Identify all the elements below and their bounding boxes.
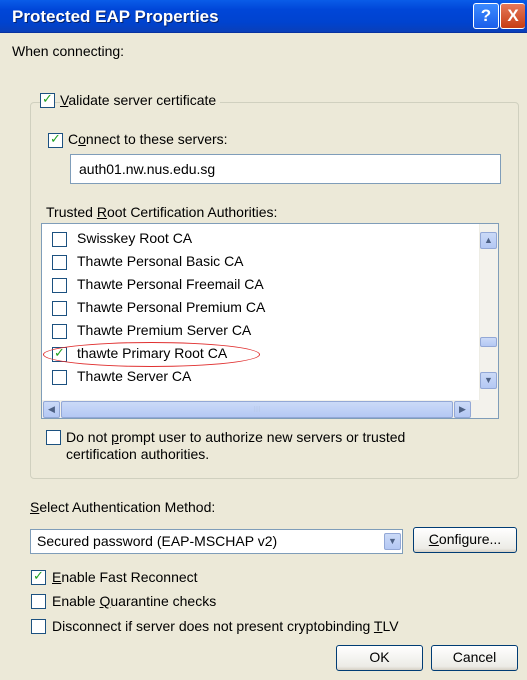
scroll-right-icon[interactable]: ▶ xyxy=(454,401,471,418)
check-icon: ✓ xyxy=(33,568,44,583)
scroll-thumb[interactable]: III xyxy=(61,401,453,418)
ca-label: Thawte Server CA xyxy=(77,368,192,384)
fast-reconnect-checkbox[interactable]: ✓ xyxy=(31,568,46,585)
scroll-left-icon[interactable]: ◀ xyxy=(43,401,60,418)
dialog-window: Protected EAP Properties ? X When connec… xyxy=(0,0,527,680)
cancel-button[interactable]: Cancel xyxy=(431,645,518,671)
ca-checkbox[interactable] xyxy=(52,255,67,270)
ca-label: Thawte Personal Basic CA xyxy=(77,253,244,269)
close-button[interactable]: X xyxy=(500,3,525,29)
scroll-down-icon[interactable]: ▼ xyxy=(480,372,497,389)
ca-label: Thawte Personal Freemail CA xyxy=(77,276,264,292)
when-connecting-label: When connecting: xyxy=(12,43,125,59)
horizontal-scrollbar[interactable]: ◀ III ▶ xyxy=(42,400,498,418)
no-prompt-label: Do not prompt user to authorize new serv… xyxy=(66,429,406,445)
validate-cert-checkbox[interactable]: ✓ xyxy=(40,91,55,108)
cryptobinding-label: Disconnect if server does not present cr… xyxy=(52,618,399,634)
vertical-scrollbar[interactable]: ▲ ▼ xyxy=(479,224,498,400)
ca-label: Thawte Personal Premium CA xyxy=(77,299,266,315)
validate-cert-label: Validate server certificate xyxy=(60,92,221,108)
no-prompt-checkbox[interactable] xyxy=(46,430,61,445)
auth-method-select[interactable]: Secured password (EAP-MSCHAP v2) ▼ xyxy=(30,529,403,554)
ca-checkbox[interactable] xyxy=(52,370,67,385)
dialog-title: Protected EAP Properties xyxy=(12,7,219,26)
cryptobinding-checkbox[interactable] xyxy=(31,619,46,634)
trusted-ca-label: Trusted Root Certification Authorities: xyxy=(46,204,278,220)
help-button[interactable]: ? xyxy=(473,3,499,29)
quarantine-label: Enable Quarantine checks xyxy=(52,593,217,609)
connect-servers-checkbox[interactable]: ✓ xyxy=(48,131,63,148)
no-prompt-label-line2: certification authorities. xyxy=(66,446,210,462)
ca-checkbox[interactable] xyxy=(52,278,67,293)
auth-method-label: Select Authentication Method: xyxy=(30,499,216,515)
servers-input-value: auth01.nw.nus.edu.sg xyxy=(79,161,216,177)
ca-label: Swisskey Root CA xyxy=(77,230,193,246)
ca-checkbox[interactable] xyxy=(52,324,67,339)
trusted-ca-list[interactable]: Swisskey Root CA Thawte Personal Basic C… xyxy=(41,223,499,419)
auth-method-value: Secured password (EAP-MSCHAP v2) xyxy=(37,533,278,549)
scroll-thumb[interactable] xyxy=(480,337,497,347)
fast-reconnect-label: Enable Fast Reconnect xyxy=(52,569,198,585)
connect-servers-label: Connect to these servers: xyxy=(68,131,228,147)
scroll-up-icon[interactable]: ▲ xyxy=(480,232,497,249)
ok-button[interactable]: OK xyxy=(336,645,423,671)
check-icon: ✓ xyxy=(50,131,61,146)
servers-input[interactable]: auth01.nw.nus.edu.sg xyxy=(70,154,501,184)
configure-button[interactable]: Configure... xyxy=(413,527,517,553)
check-icon: ✓ xyxy=(42,91,53,106)
highlight-oval xyxy=(43,342,260,367)
ca-label: Thawte Premium Server CA xyxy=(77,322,252,338)
quarantine-checkbox[interactable] xyxy=(31,594,46,609)
ca-checkbox[interactable] xyxy=(52,232,67,247)
chevron-down-icon[interactable]: ▼ xyxy=(384,533,401,550)
ca-checkbox[interactable] xyxy=(52,301,67,316)
title-bar[interactable]: Protected EAP Properties ? X xyxy=(0,0,527,33)
